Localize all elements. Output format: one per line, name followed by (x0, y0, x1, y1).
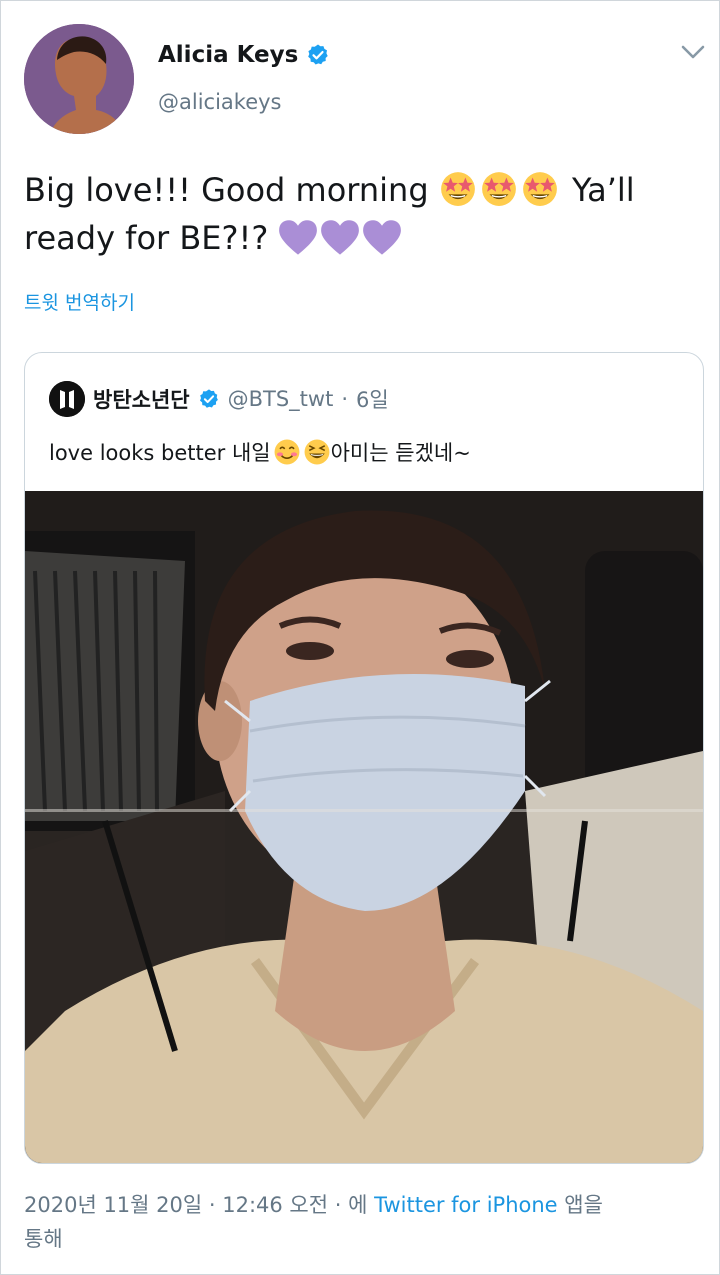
tweet-date[interactable]: 2020년 11월 20일 (24, 1193, 202, 1217)
quoted-text-part1: love looks better 내일 (49, 441, 271, 465)
chevron-down-icon[interactable] (680, 42, 706, 62)
purple-heart-emoji-group (278, 219, 404, 257)
star-struck-emoji-group (439, 171, 572, 209)
meta-via-prefix: · 에 (328, 1193, 375, 1217)
meta-via-suffix2: 통해 (24, 1227, 63, 1251)
purple-heart-emoji-icon (363, 220, 402, 255)
author-display-name[interactable]: Alicia Keys (158, 42, 298, 68)
author-handle[interactable]: @aliciakeys (158, 90, 282, 114)
purple-heart-emoji-icon (279, 220, 318, 255)
quoted-text: love looks better 내일 아미는 듣겠네~ (49, 437, 471, 467)
quoted-age[interactable]: 6일 (356, 384, 389, 414)
star-struck-emoji-icon (481, 172, 516, 206)
star-struck-emoji-icon (440, 172, 475, 206)
quoted-display-name[interactable]: 방탄소년단 (93, 384, 190, 414)
translate-tweet-link[interactable]: 트윗 번역하기 (24, 288, 135, 315)
purple-heart-emoji-icon (321, 220, 360, 255)
star-struck-emoji-icon (522, 172, 557, 206)
author-avatar[interactable] (24, 24, 134, 134)
author-name-row: Alicia Keys (158, 42, 330, 68)
quoted-media-image[interactable] (25, 491, 703, 1163)
quoted-text-part2: 아미는 듣겠네~ (330, 441, 471, 465)
quoted-separator: · (341, 387, 349, 411)
smiling-blush-emoji-icon (274, 439, 300, 465)
quoted-tweet-card[interactable]: 방탄소년단 @BTS_twt · 6일 love looks better 내일… (24, 352, 704, 1164)
tweet-text: Big love!!! Good morning Ya’ll ready for… (24, 166, 684, 262)
bts-logo-icon[interactable] (49, 381, 85, 417)
tweet-text-part2: Ya’ll (571, 171, 635, 209)
quoted-handle[interactable]: @BTS_twt (228, 387, 334, 411)
tweet-meta: 2020년 11월 20일 · 12:46 오전 · 에 Twitter for… (24, 1188, 684, 1256)
tweet-text-part3: ready for BE?!? (24, 219, 269, 257)
meta-dot: · (202, 1193, 223, 1217)
quoted-header: 방탄소년단 @BTS_twt · 6일 (49, 381, 389, 417)
tweet-text-part1: Big love!!! Good morning (24, 171, 429, 209)
meta-via-suffix: 앱을 (557, 1193, 603, 1217)
verified-badge-icon (199, 389, 218, 408)
grinning-squint-emoji-icon (304, 439, 330, 465)
tweet-source-link[interactable]: Twitter for iPhone (374, 1193, 558, 1217)
verified-badge-icon (308, 44, 329, 65)
tweet-time[interactable]: 12:46 오전 (222, 1193, 328, 1217)
